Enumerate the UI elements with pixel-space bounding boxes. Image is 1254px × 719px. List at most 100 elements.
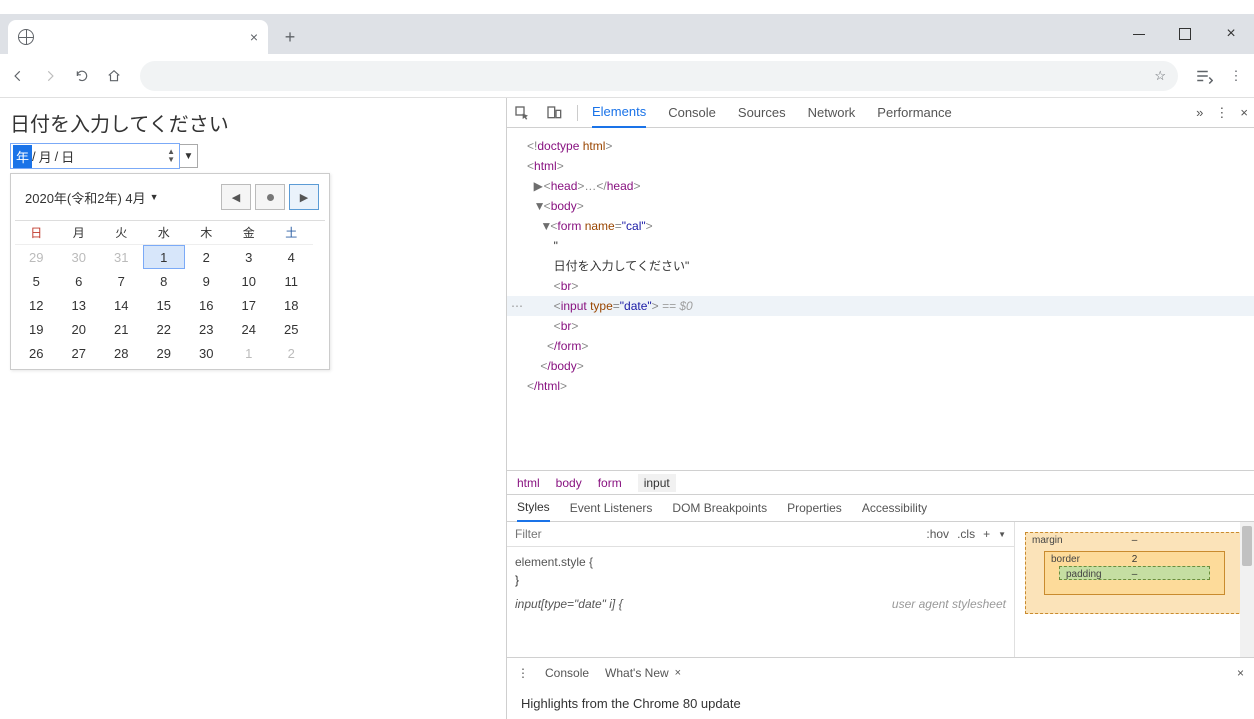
- calendar-day[interactable]: 10: [228, 269, 271, 293]
- drawer-tab-whatsnew[interactable]: What's New: [605, 666, 669, 680]
- calendar-day[interactable]: 15: [143, 293, 186, 317]
- styles-tab-dom-breakpoints[interactable]: DOM Breakpoints: [672, 501, 767, 515]
- calendar-day[interactable]: 17: [228, 293, 271, 317]
- devtools-close-icon[interactable]: ×: [1240, 105, 1248, 120]
- calendar-day[interactable]: 28: [100, 341, 143, 365]
- breadcrumb-body[interactable]: body: [556, 476, 582, 490]
- drawer-menu-icon[interactable]: ⋮: [517, 666, 529, 680]
- calendar-day[interactable]: 12: [15, 293, 58, 317]
- dom-breadcrumbs[interactable]: html body form input: [507, 470, 1254, 494]
- forward-button[interactable]: [40, 66, 60, 86]
- weekday-header: 木: [185, 221, 228, 245]
- drawer-tab-console[interactable]: Console: [545, 666, 589, 680]
- calendar-day[interactable]: 13: [58, 293, 101, 317]
- menu-button[interactable]: ⋮: [1226, 66, 1246, 86]
- hov-toggle[interactable]: :hov: [926, 527, 949, 541]
- weekday-header: 土: [270, 221, 313, 245]
- more-tabs-icon[interactable]: »: [1196, 105, 1203, 120]
- calendar-day[interactable]: 18: [270, 293, 313, 317]
- date-month-seg[interactable]: 月: [36, 145, 55, 168]
- calendar-next-button[interactable]: ▶: [289, 184, 319, 210]
- calendar-day[interactable]: 1: [143, 245, 186, 269]
- date-input[interactable]: 年 / 月 / 日 ▲▼: [10, 143, 180, 169]
- window-minimize-button[interactable]: [1116, 14, 1162, 54]
- calendar-day[interactable]: 4: [270, 245, 313, 269]
- star-icon[interactable]: ☆: [1154, 68, 1166, 84]
- calendar-day[interactable]: 7: [100, 269, 143, 293]
- calendar-prev-button[interactable]: ◀: [221, 184, 251, 210]
- devtools-tab-network[interactable]: Network: [808, 98, 856, 128]
- calendar-day[interactable]: 31: [100, 245, 143, 269]
- calendar-day[interactable]: 3: [228, 245, 271, 269]
- devtools-tab-console[interactable]: Console: [668, 98, 716, 128]
- back-button[interactable]: [8, 66, 28, 86]
- styles-filter-input[interactable]: [507, 522, 918, 546]
- calendar-day[interactable]: 1: [228, 341, 271, 365]
- calendar-day[interactable]: 29: [15, 245, 58, 269]
- calendar-today-button[interactable]: [255, 184, 285, 210]
- dom-tree[interactable]: <!doctype html> <html> ▶<head>…</head> ▼…: [507, 128, 1254, 470]
- styles-tab-accessibility[interactable]: Accessibility: [862, 501, 927, 515]
- chevron-down-icon[interactable]: ▼: [998, 530, 1006, 539]
- media-icon[interactable]: [1194, 66, 1214, 86]
- devtools-menu-icon[interactable]: ⋮: [1215, 105, 1228, 121]
- devtools-tab-performance[interactable]: Performance: [877, 98, 951, 128]
- inspect-element-icon[interactable]: [513, 105, 531, 121]
- window-close-button[interactable]: ×: [1208, 14, 1254, 54]
- breadcrumb-form[interactable]: form: [598, 476, 622, 490]
- calendar-day[interactable]: 11: [270, 269, 313, 293]
- calendar-day[interactable]: 21: [100, 317, 143, 341]
- calendar-day[interactable]: 23: [185, 317, 228, 341]
- calendar-title: 2020年(令和2年) 4月: [25, 188, 146, 207]
- date-dropdown-toggle[interactable]: ▼: [180, 144, 198, 168]
- devtools-panel: Elements Console Sources Network Performance…: [506, 98, 1254, 719]
- cls-toggle[interactable]: .cls: [957, 527, 975, 541]
- calendar-day[interactable]: 30: [58, 245, 101, 269]
- css-rules[interactable]: element.style { } input[type="date" i] {…: [507, 547, 1014, 619]
- home-button[interactable]: [104, 66, 124, 86]
- breadcrumb-input[interactable]: input: [638, 474, 676, 492]
- styles-tabbar: Styles Event Listeners DOM Breakpoints Prop…: [507, 494, 1254, 522]
- styles-tab-event-listeners[interactable]: Event Listeners: [570, 501, 653, 515]
- chevron-down-icon: ▼: [150, 192, 159, 202]
- calendar-day[interactable]: 9: [185, 269, 228, 293]
- calendar-day[interactable]: 26: [15, 341, 58, 365]
- tab-strip: × + ×: [0, 14, 1254, 54]
- date-year-seg[interactable]: 年: [13, 145, 32, 168]
- date-day-seg[interactable]: 日: [58, 145, 77, 168]
- calendar-day[interactable]: 2: [185, 245, 228, 269]
- calendar-day[interactable]: 30: [185, 341, 228, 365]
- drawer-close-icon[interactable]: ×: [1237, 666, 1244, 680]
- weekday-header: 日: [15, 221, 58, 245]
- calendar-day[interactable]: 14: [100, 293, 143, 317]
- calendar-day[interactable]: 6: [58, 269, 101, 293]
- calendar-day[interactable]: 20: [58, 317, 101, 341]
- tab-close-icon[interactable]: ×: [250, 29, 258, 45]
- browser-tab[interactable]: ×: [8, 20, 268, 54]
- drawer-tab-close-icon[interactable]: ×: [675, 667, 681, 679]
- omnibox[interactable]: ☆: [140, 61, 1178, 91]
- calendar-day[interactable]: 5: [15, 269, 58, 293]
- add-rule-button[interactable]: +: [983, 527, 990, 541]
- calendar-day[interactable]: 19: [15, 317, 58, 341]
- devtools-tab-elements[interactable]: Elements: [592, 98, 646, 128]
- calendar-day[interactable]: 25: [270, 317, 313, 341]
- styles-tab-styles[interactable]: Styles: [517, 494, 550, 522]
- window-maximize-button[interactable]: [1162, 14, 1208, 54]
- calendar-day[interactable]: 8: [143, 269, 186, 293]
- styles-tab-properties[interactable]: Properties: [787, 501, 842, 515]
- device-toolbar-icon[interactable]: [545, 105, 563, 121]
- calendar-day[interactable]: 16: [185, 293, 228, 317]
- calendar-day[interactable]: 29: [143, 341, 186, 365]
- calendar-day[interactable]: 24: [228, 317, 271, 341]
- scrollbar[interactable]: [1240, 522, 1254, 657]
- devtools-tab-sources[interactable]: Sources: [738, 98, 786, 128]
- reload-button[interactable]: [72, 66, 92, 86]
- calendar-day[interactable]: 27: [58, 341, 101, 365]
- new-tab-button[interactable]: +: [276, 23, 304, 51]
- calendar-day[interactable]: 2: [270, 341, 313, 365]
- date-spinner[interactable]: ▲▼: [167, 148, 177, 164]
- calendar-day[interactable]: 22: [143, 317, 186, 341]
- breadcrumb-html[interactable]: html: [517, 476, 540, 490]
- calendar-month-selector[interactable]: 2020年(令和2年) 4月 ▼: [25, 188, 221, 207]
